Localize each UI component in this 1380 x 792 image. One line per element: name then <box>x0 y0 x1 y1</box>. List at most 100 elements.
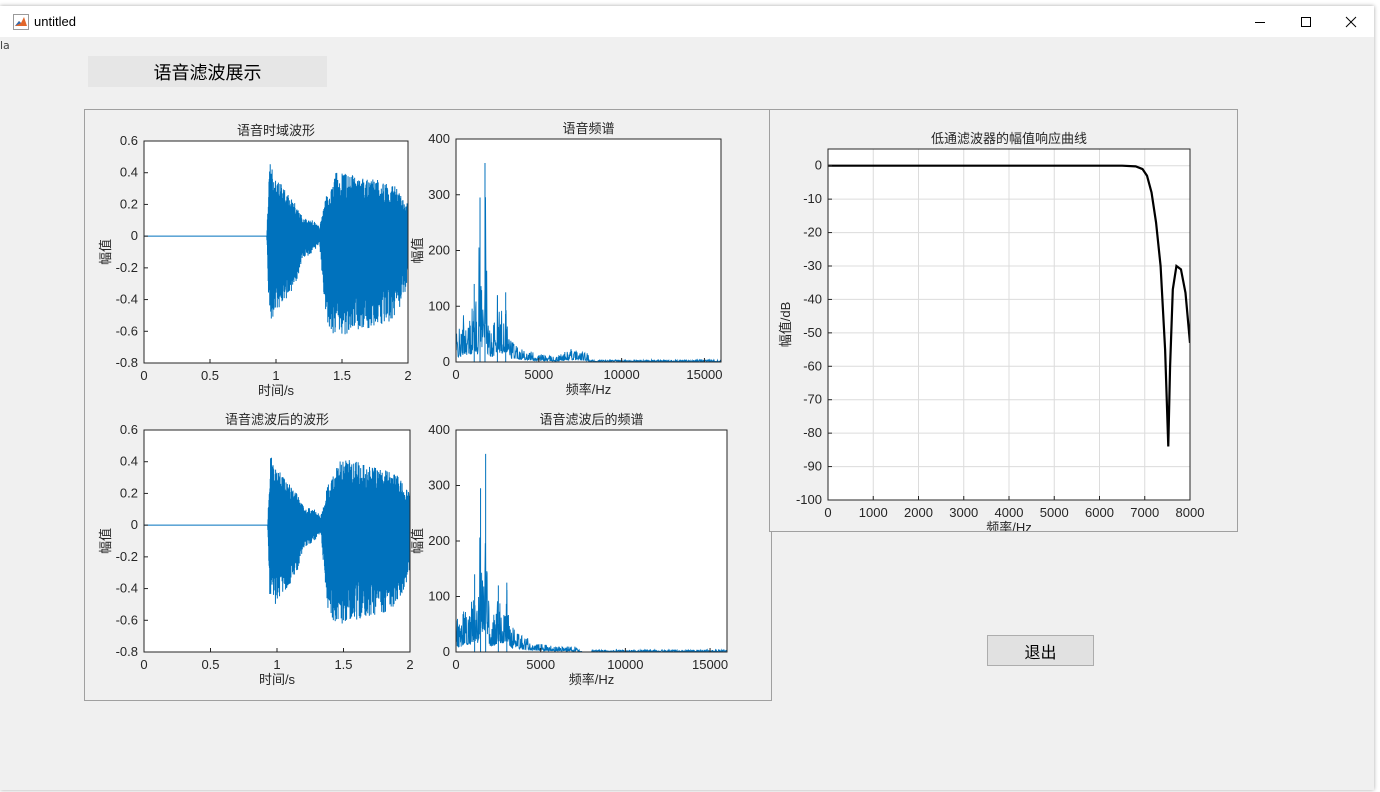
chart-title: 语音频谱 <box>562 121 614 136</box>
y-tick-label: -100 <box>796 492 822 507</box>
x-tick-label: 10000 <box>607 657 643 672</box>
background-window-edge: la <box>0 37 10 59</box>
x-axis-label: 时间/s <box>258 383 295 398</box>
y-tick-label: -0.8 <box>116 355 138 370</box>
x-tick-label: 1 <box>272 368 279 383</box>
y-axis-label: 幅值 <box>98 239 113 265</box>
exit-button[interactable]: 退出 <box>987 635 1094 666</box>
x-tick-label: 0.5 <box>201 657 219 672</box>
x-tick-label: 5000 <box>526 657 555 672</box>
y-tick-label: -0.6 <box>116 323 138 338</box>
y-tick-label: -0.2 <box>116 549 138 564</box>
background-edge-text: la <box>0 39 10 52</box>
chart-2: 0 0.5 1 1.5 2 -0.8 -0.6 -0.4 -0.2 0 0.2 0.4 0.6 语音滤波后… <box>98 412 414 687</box>
y-axis-label: 幅值 <box>98 528 113 554</box>
x-axis-label: 频率/Hz <box>566 382 612 397</box>
y-tick-label: -0.4 <box>116 581 138 596</box>
close-icon <box>1345 16 1357 27</box>
y-tick-label: -0.2 <box>116 260 138 275</box>
plot-area <box>456 139 721 362</box>
filter-response-svg: 0 1000 2000 3000 4000 5000 6000 7000 8000 0 -10 -20… <box>778 131 1204 531</box>
app-window: untitled 语音滤波展示 0 0.5 1 1.5 2 -0.8 -0.6 -0.4 -0.… <box>0 6 1374 790</box>
x-axis-label: 频率/Hz <box>986 520 1032 531</box>
y-tick-label: -60 <box>803 358 822 373</box>
y-tick-label: 0.4 <box>120 454 138 469</box>
x-tick-label: 2 <box>404 368 411 383</box>
y-tick-label: 0 <box>443 354 450 369</box>
y-tick-label: -0.4 <box>116 292 138 307</box>
y-tick-label: 0.6 <box>120 422 138 437</box>
chart-3: 0 5000 10000 15000 0 100 200 300 400 语音滤波后的频谱频率/H… <box>410 412 728 687</box>
maximize-icon <box>1301 16 1311 27</box>
y-tick-label: -0.6 <box>116 612 138 627</box>
y-tick-label: 0 <box>131 517 138 532</box>
x-tick-label: 0 <box>452 657 459 672</box>
y-tick-label: -10 <box>803 191 822 206</box>
figure-client-area: 语音滤波展示 0 0.5 1 1.5 2 -0.8 -0.6 -0.4 -0.2 0 0.2 0.4 0… <box>0 37 1374 790</box>
x-tick-label: 15000 <box>686 367 722 382</box>
y-tick-label: -50 <box>803 325 822 340</box>
x-tick-label: 2 <box>406 657 413 672</box>
x-tick-label: 0 <box>140 657 147 672</box>
matlab-icon <box>13 14 29 30</box>
y-tick-label: 200 <box>428 533 450 548</box>
minimize-icon <box>1255 21 1265 23</box>
x-axis-label: 时间/s <box>259 672 296 687</box>
x-tick-label: 0 <box>140 368 147 383</box>
y-tick-label: -0.8 <box>116 644 138 659</box>
header-label: 语音滤波展示 <box>88 56 327 87</box>
y-tick-label: 0 <box>443 644 450 659</box>
x-tick-label: 0 <box>452 367 459 382</box>
y-tick-label: 0 <box>131 228 138 243</box>
x-tick-label: 8000 <box>1176 505 1205 520</box>
chart-4: 0 1000 2000 3000 4000 5000 6000 7000 8000 0 -10 -20… <box>778 131 1204 531</box>
y-tick-label: -30 <box>803 258 822 273</box>
title-bar[interactable]: untitled <box>0 6 1374 37</box>
y-tick-label: -40 <box>803 291 822 306</box>
x-tick-label: 15000 <box>692 657 728 672</box>
y-tick-label: 400 <box>428 131 450 146</box>
y-tick-label: -20 <box>803 225 822 240</box>
speech-plots-panel: 0 0.5 1 1.5 2 -0.8 -0.6 -0.4 -0.2 0 0.2 0.4 0.6 语音时域波… <box>84 109 772 701</box>
x-tick-label: 1000 <box>859 505 888 520</box>
x-tick-label: 5000 <box>1040 505 1069 520</box>
minimize-button[interactable] <box>1237 6 1283 37</box>
x-tick-label: 7000 <box>1130 505 1159 520</box>
chart-1: 0 5000 10000 15000 0 100 200 300 400 语音频谱频率/Hz 幅值 <box>410 121 723 397</box>
x-tick-label: 2000 <box>904 505 933 520</box>
x-tick-label: 1.5 <box>334 657 352 672</box>
chart-title: 语音滤波后的频谱 <box>539 412 643 427</box>
x-tick-label: 5000 <box>524 367 553 382</box>
y-tick-label: 0 <box>815 158 822 173</box>
close-button[interactable] <box>1328 6 1374 37</box>
chart-title: 语音时域波形 <box>237 123 315 138</box>
y-tick-label: 0.6 <box>120 133 138 148</box>
maximize-button[interactable] <box>1283 6 1329 37</box>
window-title: untitled <box>34 14 76 29</box>
chart-title: 低通滤波器的幅值响应曲线 <box>931 131 1087 146</box>
x-tick-label: 10000 <box>604 367 640 382</box>
y-tick-label: 100 <box>428 298 450 313</box>
y-axis-label: 幅值 <box>410 237 425 263</box>
y-axis-label: 幅值 <box>410 528 425 554</box>
x-tick-label: 0.5 <box>201 368 219 383</box>
y-tick-label: -80 <box>803 425 822 440</box>
y-tick-label: 100 <box>428 589 450 604</box>
chart-0: 0 0.5 1 1.5 2 -0.8 -0.6 -0.4 -0.2 0 0.2 0.4 0.6 语音时域波… <box>98 123 412 398</box>
x-axis-label: 频率/Hz <box>569 672 615 687</box>
y-tick-label: 0.4 <box>120 165 138 180</box>
x-tick-label: 6000 <box>1085 505 1114 520</box>
y-axis-label: 幅值/dB <box>778 302 793 348</box>
chart-title: 语音滤波后的波形 <box>225 412 329 427</box>
y-tick-label: 400 <box>428 422 450 437</box>
x-tick-label: 4000 <box>995 505 1024 520</box>
y-tick-label: 300 <box>428 187 450 202</box>
y-tick-label: 200 <box>428 243 450 258</box>
y-tick-label: 0.2 <box>120 485 138 500</box>
speech-plots-svg: 0 0.5 1 1.5 2 -0.8 -0.6 -0.4 -0.2 0 0.2 0.4 0.6 语音时域波… <box>98 121 728 687</box>
filter-response-panel: 0 1000 2000 3000 4000 5000 6000 7000 8000 0 -10 -20… <box>769 109 1238 532</box>
x-tick-label: 1.5 <box>333 368 351 383</box>
y-tick-label: -70 <box>803 392 822 407</box>
y-tick-label: -90 <box>803 459 822 474</box>
y-tick-label: 300 <box>428 478 450 493</box>
